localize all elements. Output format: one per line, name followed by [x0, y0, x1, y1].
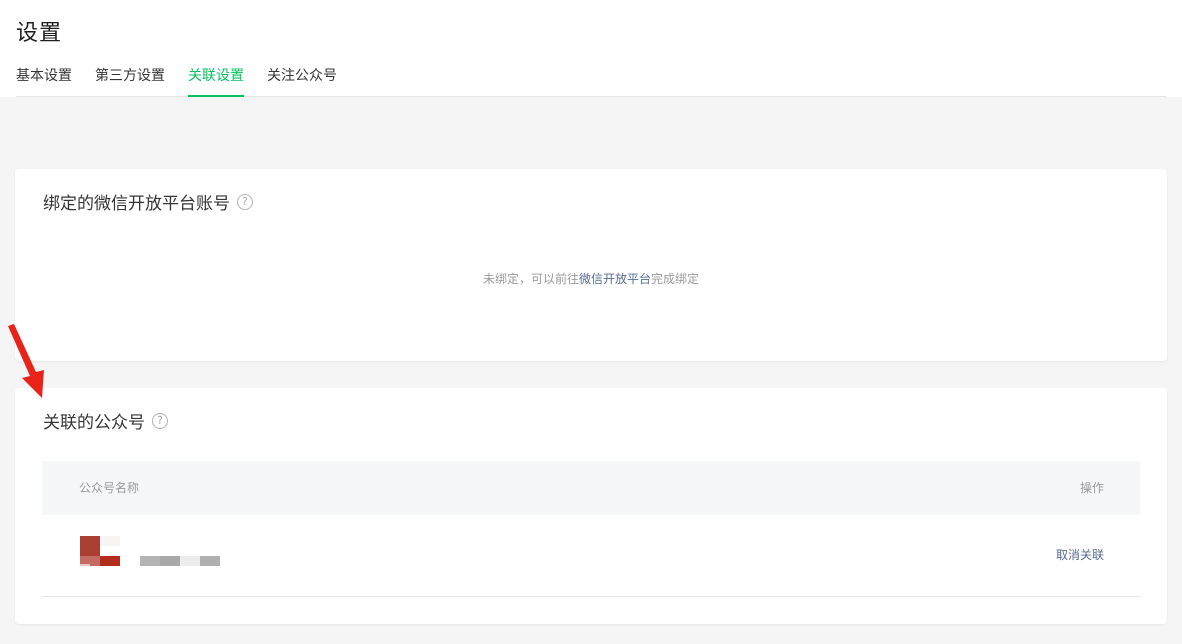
- tab-link-settings[interactable]: 关联设置: [188, 57, 244, 97]
- settings-tabs: 基本设置 第三方设置 关联设置 关注公众号: [16, 57, 1166, 97]
- help-icon[interactable]: ?: [152, 412, 168, 429]
- account-avatar-pixelated: [80, 536, 120, 566]
- open-platform-title-text: 绑定的微信开放平台账号: [43, 194, 230, 214]
- unbound-message-prefix: 未绑定，可以前往: [482, 272, 579, 286]
- account-name-pixelated: [140, 556, 220, 566]
- table-row: 取消关联: [42, 515, 1140, 597]
- linked-accounts-title: 关联的公众号 ?: [43, 408, 168, 433]
- table-header: 公众号名称 操作: [42, 461, 1140, 515]
- linked-accounts-card: 关联的公众号 ? 公众号名称 操作 取消关联: [15, 388, 1167, 624]
- open-platform-link[interactable]: 微信开放平台: [579, 272, 651, 286]
- column-header-action: 操作: [1079, 481, 1104, 495]
- column-header-name: 公众号名称: [79, 481, 140, 495]
- page-header: 设置 基本设置 第三方设置 关联设置 关注公众号: [0, 0, 1182, 97]
- tab-basic-settings[interactable]: 基本设置: [16, 57, 72, 97]
- open-platform-card: 绑定的微信开放平台账号 ? 未绑定，可以前往微信开放平台完成绑定: [15, 169, 1167, 361]
- linked-accounts-table: 公众号名称 操作 取消关联: [42, 461, 1140, 597]
- unbound-message-suffix: 完成绑定: [651, 272, 700, 286]
- page-title: 设置: [16, 21, 63, 46]
- unbound-message: 未绑定，可以前往微信开放平台完成绑定: [15, 270, 1167, 287]
- open-platform-title: 绑定的微信开放平台账号 ?: [43, 189, 253, 214]
- linked-accounts-title-text: 关联的公众号: [43, 413, 145, 433]
- help-icon[interactable]: ?: [237, 193, 253, 210]
- annotation-arrow-icon: [8, 324, 44, 398]
- tab-third-party-settings[interactable]: 第三方设置: [95, 57, 165, 97]
- unlink-button[interactable]: 取消关联: [1056, 546, 1104, 563]
- tab-follow-official-account[interactable]: 关注公众号: [267, 57, 337, 97]
